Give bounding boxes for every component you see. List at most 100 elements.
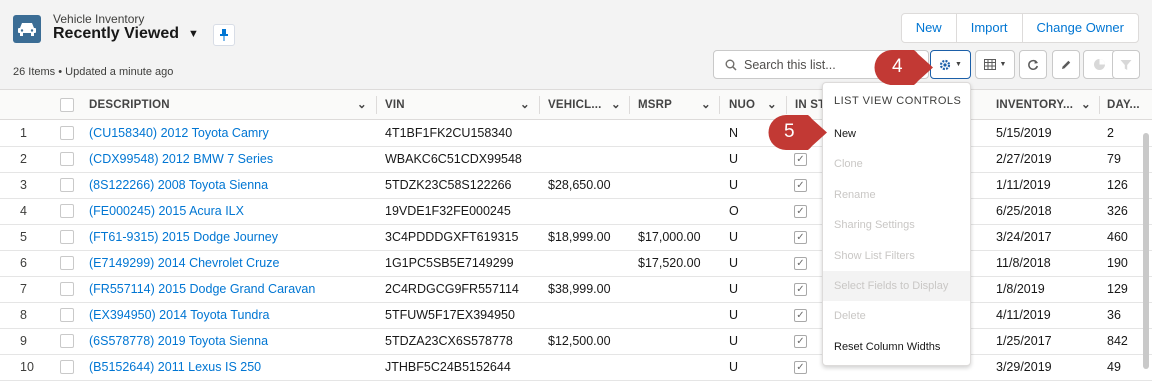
search-icon (725, 59, 737, 71)
chevron-down-icon[interactable]: ⌄ (701, 90, 711, 120)
menu-item-rename: Rename (834, 188, 876, 201)
row-select-checkbox[interactable] (60, 178, 74, 192)
column-divider[interactable] (786, 96, 787, 114)
car-icon (13, 15, 41, 43)
chevron-down-icon[interactable]: ⌄ (1081, 90, 1091, 120)
row-select-checkbox[interactable] (60, 152, 74, 166)
menu-item-show-list-filters: Show List Filters (834, 249, 915, 262)
row-number: 4 (20, 204, 27, 218)
vehicle-price-cell: $18,999.00 (548, 230, 611, 244)
inventory-date-cell: 2/27/2019 (996, 152, 1052, 166)
table-icon (983, 59, 996, 70)
description-link[interactable]: (6S578778) 2019 Toyota Sienna (89, 329, 268, 354)
menu-item-new[interactable]: New (823, 119, 970, 149)
inventory-date-cell: 11/8/2018 (996, 256, 1051, 270)
action-buttons: New Import Change Owner (900, 13, 1139, 43)
row-select-checkbox[interactable] (60, 308, 74, 322)
nuo-cell: O (729, 204, 739, 218)
row-select-checkbox[interactable] (60, 256, 74, 270)
nuo-cell: U (729, 360, 739, 374)
row-select-checkbox[interactable] (60, 360, 74, 374)
row-number: 6 (20, 256, 27, 270)
column-divider[interactable] (719, 96, 720, 114)
menu-item-clone: Clone (834, 158, 863, 171)
days-cell: 79 (1107, 152, 1121, 166)
in-stock-checkbox: ✓ (794, 231, 807, 244)
list-view-controls-button[interactable]: ▼ (930, 50, 971, 79)
row-select-checkbox[interactable] (60, 204, 74, 218)
list-view-selector[interactable]: Recently Viewed ▼ (53, 25, 199, 43)
chevron-down-icon: ▼ (999, 61, 1007, 68)
nuo-cell: U (729, 308, 739, 322)
description-link[interactable]: (B5152644) 2011 Lexus IS 250 (89, 355, 261, 380)
column-header-days[interactable]: DAY... (1107, 90, 1140, 120)
row-select-checkbox[interactable] (60, 230, 74, 244)
column-divider[interactable] (539, 96, 540, 114)
menu-item-sharing-settings: Sharing Settings (834, 219, 915, 232)
column-label: IN ST (795, 99, 826, 111)
column-header-vehicle-price[interactable]: VEHICL... (548, 90, 602, 120)
chevron-down-icon[interactable]: ⌄ (520, 90, 530, 120)
column-header-msrp[interactable]: MSRP (638, 90, 672, 120)
column-label: INVENTORY... (996, 99, 1074, 111)
refresh-button[interactable] (1019, 50, 1047, 79)
new-button[interactable]: New (902, 14, 957, 42)
chevron-down-icon[interactable]: ⌄ (357, 90, 367, 120)
inventory-date-cell: 1/8/2019 (996, 282, 1045, 296)
row-select-checkbox[interactable] (60, 282, 74, 296)
in-stock-checkbox: ✓ (794, 179, 807, 192)
description-link[interactable]: (8S122266) 2008 Toyota Sienna (89, 173, 268, 198)
chevron-down-icon: ▼ (187, 28, 199, 40)
column-header-description[interactable]: DESCRIPTION (89, 90, 170, 120)
pin-button[interactable] (213, 24, 235, 46)
select-all-checkbox[interactable] (60, 98, 74, 112)
description-link[interactable]: (CU158340) 2012 Toyota Camry (89, 121, 269, 146)
table-row: 9 (6S578778) 2019 Toyota Sienna 5TDZA23CX6… (0, 329, 1152, 355)
vehicle-price-cell: $28,650.00 (548, 178, 611, 192)
column-label: VEHICL... (548, 99, 602, 111)
vertical-scrollbar[interactable] (1143, 133, 1149, 369)
import-button[interactable]: Import (957, 14, 1023, 42)
table-header: DESCRIPTION ⌄ VIN ⌄ VEHICL... ⌄ MSRP ⌄ N… (0, 90, 1152, 120)
in-stock-checkbox: ✓ (794, 283, 807, 296)
table-row: 8 (EX394950) 2014 Toyota Tundra 5TFUW5F17E… (0, 303, 1152, 329)
column-divider[interactable] (376, 96, 377, 114)
description-link[interactable]: (FT61-9315) 2015 Dodge Journey (89, 225, 278, 250)
step-number: 5 (784, 121, 795, 142)
inventory-date-cell: 6/25/2018 (996, 204, 1052, 218)
column-header-inventory-date[interactable]: INVENTORY... (996, 90, 1073, 120)
in-stock-checkbox: ✓ (794, 309, 807, 322)
description-link[interactable]: (E7149299) 2014 Chevrolet Cruze (89, 251, 279, 276)
column-divider[interactable] (1099, 96, 1100, 114)
filter-icon (1120, 59, 1132, 70)
inventory-date-cell: 4/11/2019 (996, 308, 1051, 322)
inventory-date-cell: 1/11/2019 (996, 178, 1051, 192)
description-link[interactable]: (FE000245) 2015 Acura ILX (89, 199, 244, 224)
chevron-down-icon[interactable]: ⌄ (611, 90, 621, 120)
filter-button[interactable] (1112, 50, 1140, 79)
in-stock-checkbox: ✓ (794, 205, 807, 218)
column-header-nuo[interactable]: NUO (729, 90, 755, 120)
row-select-checkbox[interactable] (60, 334, 74, 348)
table-row: 3 (8S122266) 2008 Toyota Sienna 5TDZK23C58… (0, 173, 1152, 199)
description-link[interactable]: (CDX99548) 2012 BMW 7 Series (89, 147, 273, 172)
menu-item-delete: Delete (834, 310, 866, 323)
change-owner-button[interactable]: Change Owner (1023, 14, 1138, 42)
column-header-vin[interactable]: VIN (385, 90, 405, 120)
column-divider[interactable] (629, 96, 630, 114)
description-link[interactable]: (FR557114) 2015 Dodge Grand Caravan (89, 277, 315, 302)
table-row: 5 (FT61-9315) 2015 Dodge Journey 3C4PDDDGX… (0, 225, 1152, 251)
table-row: 1 (CU158340) 2012 Toyota Camry 4T1BF1FK2CU… (0, 121, 1152, 147)
vin-cell: 4T1BF1FK2CU158340 (385, 126, 513, 140)
edit-list-button[interactable] (1052, 50, 1080, 79)
step-number: 4 (892, 56, 903, 77)
pin-icon (220, 29, 228, 41)
inventory-date-cell: 1/25/2017 (996, 334, 1052, 348)
nuo-cell: N (729, 126, 739, 140)
display-as-button[interactable]: ▼ (975, 50, 1015, 79)
description-link[interactable]: (EX394950) 2014 Toyota Tundra (89, 303, 269, 328)
nuo-cell: U (729, 334, 739, 348)
menu-item-reset-column-widths[interactable]: Reset Column Widths (823, 332, 970, 362)
row-number: 3 (20, 178, 27, 192)
row-select-checkbox[interactable] (60, 126, 74, 140)
